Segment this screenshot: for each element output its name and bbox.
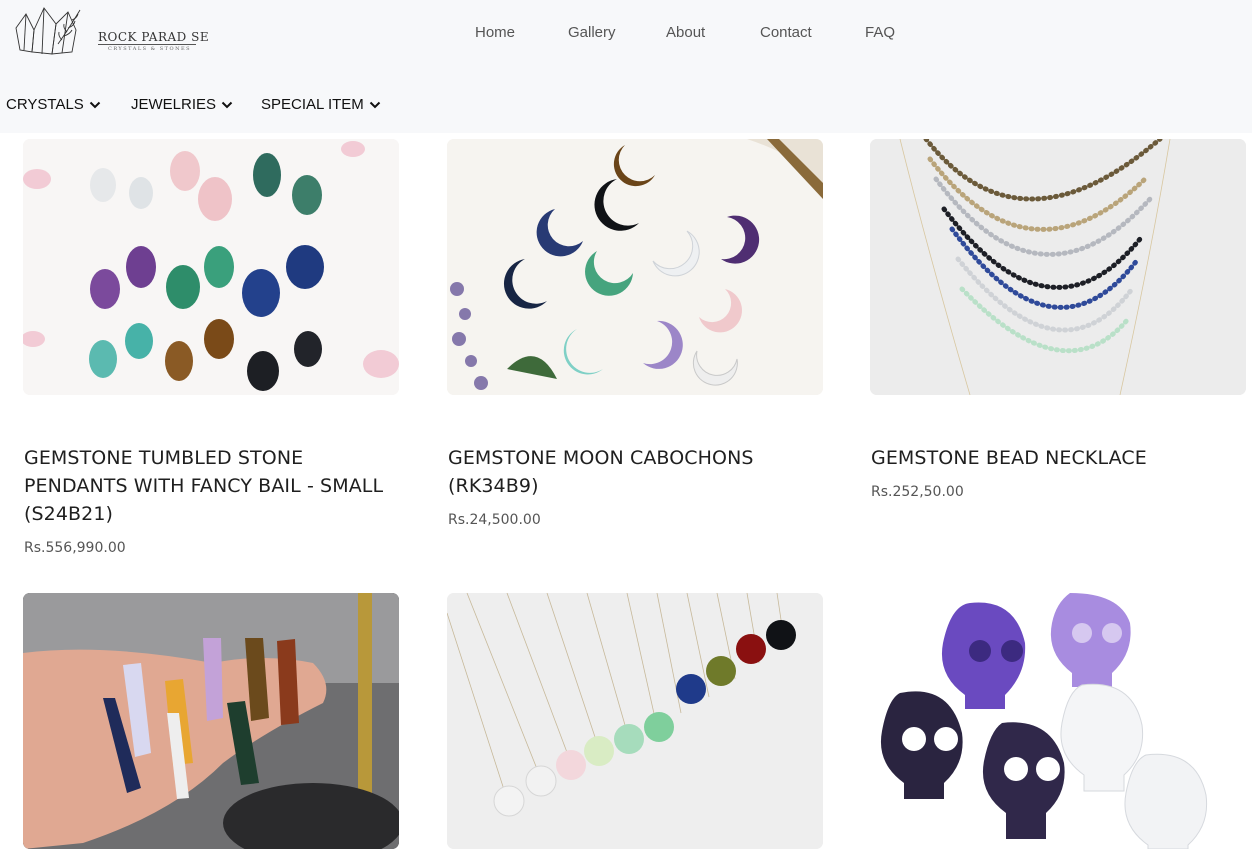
nav-about-link[interactable]: About: [666, 24, 705, 41]
nav-gallery-link[interactable]: Gallery: [568, 24, 616, 41]
product-price: Rs.252,50.00: [871, 484, 964, 500]
chevron-down-icon: [221, 101, 233, 108]
product-card[interactable]: GEMSTONE MOON CABOCHONS (RK34B9) Rs.24,5…: [447, 139, 823, 534]
nav-faq-link[interactable]: FAQ: [865, 24, 895, 41]
faceted-pendants-photo: [447, 593, 823, 849]
tumbled-pendants-photo: [23, 139, 399, 395]
nav-contact-link[interactable]: Contact: [760, 24, 812, 41]
nav-home-link[interactable]: Home: [475, 24, 515, 41]
product-card[interactable]: [447, 593, 823, 862]
product-image-bead-necklace[interactable]: [870, 139, 1246, 395]
brand-divider: [98, 44, 196, 45]
category-jewelries-dropdown[interactable]: JEWELRIES: [131, 96, 233, 113]
product-card[interactable]: [870, 593, 1246, 862]
product-card[interactable]: GEMSTONE TUMBLED STONE PENDANTS WITH FAN…: [23, 139, 399, 559]
product-card[interactable]: GEMSTONE BEAD NECKLACE Rs.252,50.00: [870, 139, 1246, 504]
product-title[interactable]: GEMSTONE TUMBLED STONE PENDANTS WITH FAN…: [24, 444, 400, 528]
product-image-moon-cabochons[interactable]: [447, 139, 823, 395]
product-image-point-pendants[interactable]: [23, 593, 399, 849]
product-price: Rs.24,500.00: [448, 512, 541, 528]
category-label: SPECIAL ITEM: [261, 96, 364, 113]
chevron-down-icon: [369, 101, 381, 108]
category-nav: CRYSTALS JEWELRIES SPECIAL ITEM: [0, 96, 1252, 116]
category-label: JEWELRIES: [131, 96, 217, 113]
moon-cabochons-photo: [447, 139, 823, 395]
product-image-faceted-pendants[interactable]: [447, 593, 823, 849]
product-image-tumbled-pendants[interactable]: [23, 139, 399, 395]
product-title[interactable]: GEMSTONE MOON CABOCHONS (RK34B9): [448, 444, 824, 500]
brand-tagline: CRYSTALS & STONES: [108, 46, 192, 52]
product-price: Rs.556,990.00: [24, 540, 126, 556]
product-title[interactable]: GEMSTONE BEAD NECKLACE: [871, 444, 1247, 472]
point-pendants-photo: [23, 593, 399, 849]
bead-necklace-photo: [870, 139, 1246, 395]
category-special-item-dropdown[interactable]: SPECIAL ITEM: [261, 96, 381, 113]
product-card[interactable]: [23, 593, 399, 862]
product-image-crystal-skulls[interactable]: [870, 593, 1246, 849]
site-header: ROCK PARAD SE CRYSTALS & STONES Home Gal…: [0, 0, 1252, 133]
category-label: CRYSTALS: [6, 96, 84, 113]
chevron-down-icon: [89, 101, 101, 108]
category-crystals-dropdown[interactable]: CRYSTALS: [6, 96, 101, 113]
crystal-skulls-photo: [870, 593, 1246, 849]
main-nav: Home Gallery About Contact FAQ: [0, 24, 1252, 44]
